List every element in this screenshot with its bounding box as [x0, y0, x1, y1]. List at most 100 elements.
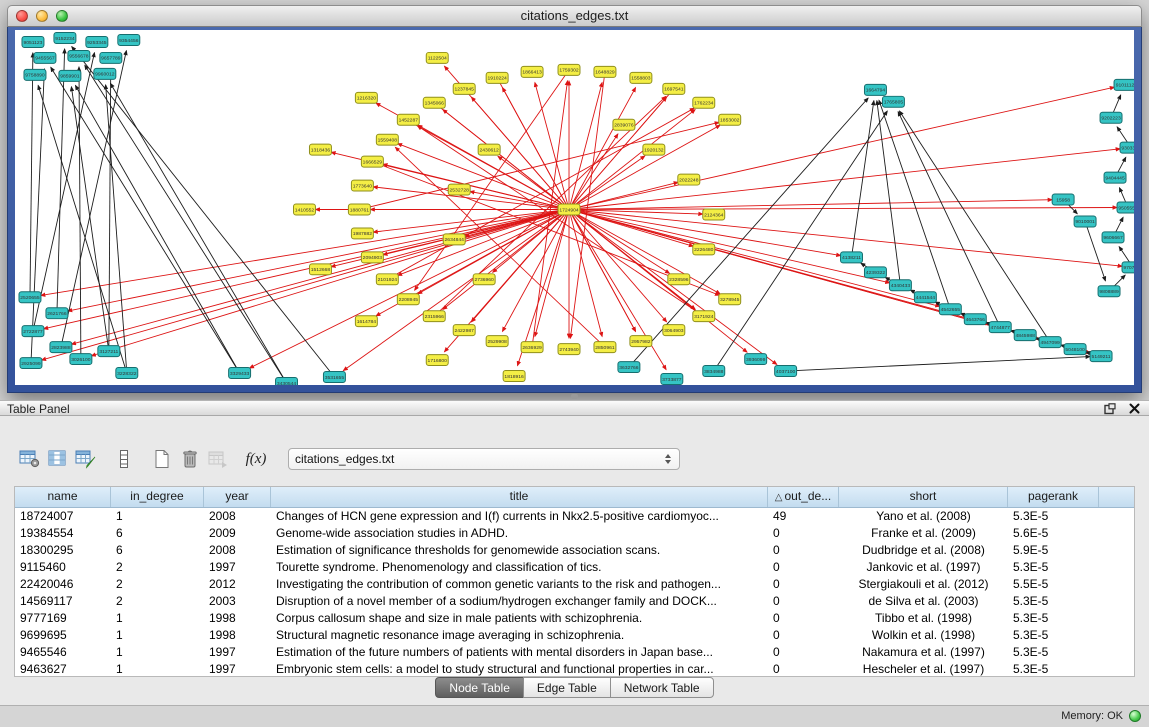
- table-row[interactable]: 2242004622012Investigating the contribut…: [15, 576, 1134, 593]
- network-node[interactable]: 2722877: [22, 326, 44, 337]
- network-node[interactable]: 2636929: [521, 342, 543, 353]
- panel-resize-grip[interactable]: [571, 394, 578, 399]
- network-node[interactable]: 1853002: [719, 114, 741, 125]
- network-node[interactable]: 2226480: [693, 244, 715, 255]
- network-node[interactable]: 3064903: [663, 325, 685, 336]
- network-node[interactable]: 2430612: [478, 144, 500, 155]
- network-node[interactable]: 1920132: [643, 144, 665, 155]
- network-table-selector[interactable]: citations_edges.txt: [288, 448, 680, 470]
- network-node[interactable]: 1666529: [361, 156, 383, 167]
- import-table-icon[interactable]: [204, 446, 232, 472]
- network-node[interactable]: 2101924: [376, 274, 398, 285]
- column-header-name[interactable]: name: [15, 487, 111, 507]
- network-node[interactable]: 3834988: [703, 366, 725, 377]
- network-node[interactable]: 4643766: [964, 314, 986, 325]
- network-node[interactable]: 2124364: [703, 209, 725, 220]
- window-titlebar[interactable]: citations_edges.txt: [7, 5, 1142, 27]
- close-panel-icon[interactable]: [1128, 402, 1141, 415]
- network-node[interactable]: 3228322: [116, 368, 138, 379]
- network-node[interactable]: 2208945: [397, 294, 419, 305]
- network-node[interactable]: 1818916: [503, 371, 525, 382]
- network-node[interactable]: 3936099: [745, 354, 767, 365]
- network-node[interactable]: 2743940: [558, 344, 580, 355]
- network-node[interactable]: 1773640: [351, 180, 373, 191]
- network-node[interactable]: 3733877: [661, 374, 683, 385]
- network-node[interactable]: 1237845: [453, 83, 475, 94]
- table-row[interactable]: 1456911722003Disruption of a novel membe…: [15, 593, 1134, 610]
- network-node[interactable]: 1345066: [423, 97, 445, 108]
- network-node[interactable]: 4744877: [989, 322, 1011, 333]
- network-node[interactable]: 9707778: [1122, 262, 1134, 273]
- network-node[interactable]: 3127211: [98, 346, 120, 357]
- network-node[interactable]: 4845988: [1014, 330, 1036, 341]
- network-node[interactable]: 1318436: [309, 144, 331, 155]
- network-node[interactable]: 1762234: [693, 97, 715, 108]
- network-node[interactable]: 1512668: [309, 264, 331, 275]
- float-panel-icon[interactable]: [1103, 402, 1116, 415]
- tab-network-table[interactable]: Network Table: [610, 677, 714, 698]
- network-node[interactable]: 1452287: [397, 114, 419, 125]
- network-node[interactable]: 9859901: [59, 70, 81, 81]
- network-node[interactable]: 9152234: [54, 32, 76, 43]
- tab-node-table[interactable]: Node Table: [435, 677, 524, 698]
- network-node[interactable]: 1716800: [426, 355, 448, 366]
- network-node[interactable]: 1866413: [521, 66, 543, 77]
- show-columns-icon[interactable]: [44, 446, 72, 472]
- network-node[interactable]: 2315966: [423, 311, 445, 322]
- network-node[interactable]: 3329433: [229, 368, 251, 379]
- network-node[interactable]: 9657789: [100, 52, 122, 63]
- network-node[interactable]: 3430544: [276, 378, 298, 385]
- network-node[interactable]: 5048100: [1064, 344, 1086, 355]
- network-node[interactable]: 2532728: [448, 184, 470, 195]
- create-table-icon[interactable]: [148, 446, 176, 472]
- network-node[interactable]: 1880761: [348, 204, 370, 215]
- network-node[interactable]: 3531655: [323, 372, 345, 383]
- network-node[interactable]: 4340433: [889, 280, 911, 291]
- network-node[interactable]: 1664794: [864, 84, 886, 95]
- network-node[interactable]: 1648829: [594, 66, 616, 77]
- network-node[interactable]: 9960012: [94, 68, 116, 79]
- network-node[interactable]: 2022248: [678, 174, 700, 185]
- network-node[interactable]: 2520655: [19, 292, 41, 303]
- network-node[interactable]: 9455567: [34, 52, 56, 63]
- network-node[interactable]: 1614784: [355, 316, 377, 327]
- network-node[interactable]: 1724904: [558, 204, 580, 215]
- network-node[interactable]: 9556678: [68, 50, 90, 61]
- network-node[interactable]: 9010001: [1074, 216, 1096, 227]
- network-node[interactable]: 4037100: [775, 366, 797, 377]
- network-node[interactable]: 9606667: [1102, 232, 1124, 243]
- network-node[interactable]: 3632766: [618, 362, 640, 373]
- network-node[interactable]: 9101112: [1114, 79, 1134, 90]
- table-row[interactable]: 969969511998Structural magnetic resonanc…: [15, 627, 1134, 644]
- network-node[interactable]: 2957982: [630, 336, 652, 347]
- network-node[interactable]: 2328596: [668, 274, 690, 285]
- table-row[interactable]: 1830029562008Estimation of significance …: [15, 542, 1134, 559]
- network-node[interactable]: 3278945: [719, 294, 741, 305]
- network-node[interactable]: 2823988: [50, 342, 72, 353]
- delete-table-icon[interactable]: [176, 446, 204, 472]
- column-header-in-degree[interactable]: in_degree: [111, 487, 204, 507]
- network-node[interactable]: 2634844: [443, 234, 465, 245]
- network-node[interactable]: 4441544: [914, 292, 936, 303]
- network-node[interactable]: 9808889: [1098, 286, 1120, 297]
- table-row[interactable]: 977716911998Corpus callosum shape and si…: [15, 610, 1134, 627]
- table-row[interactable]: 946362711997Embryonic stem cells: a mode…: [15, 661, 1134, 677]
- network-node[interactable]: 2094903: [361, 252, 383, 263]
- network-node[interactable]: 5149211: [1090, 351, 1112, 362]
- table-row[interactable]: 946554611997Estimation of the future num…: [15, 644, 1134, 661]
- row-height-icon[interactable]: [110, 446, 138, 472]
- column-header-pagerank[interactable]: pagerank: [1008, 487, 1099, 507]
- column-header-out-de-[interactable]: △out_de...: [768, 487, 839, 507]
- network-node[interactable]: 9404445: [1104, 172, 1126, 183]
- table-row[interactable]: 1872400712008Changes of HCN gene express…: [15, 508, 1134, 525]
- table-row[interactable]: 1938455462009Genome-wide association stu…: [15, 525, 1134, 542]
- network-node[interactable]: 3171924: [693, 311, 715, 322]
- network-node[interactable]: 4542655: [939, 304, 961, 315]
- network-node[interactable]: 1559408: [376, 134, 398, 145]
- network-node[interactable]: 1410552: [294, 204, 316, 215]
- network-node[interactable]: 2422987: [453, 325, 475, 336]
- memory-indicator-icon[interactable]: [1129, 710, 1141, 722]
- network-node[interactable]: 2621766: [46, 308, 68, 319]
- column-header-year[interactable]: year: [204, 487, 271, 507]
- minimize-window-button[interactable]: [36, 10, 48, 22]
